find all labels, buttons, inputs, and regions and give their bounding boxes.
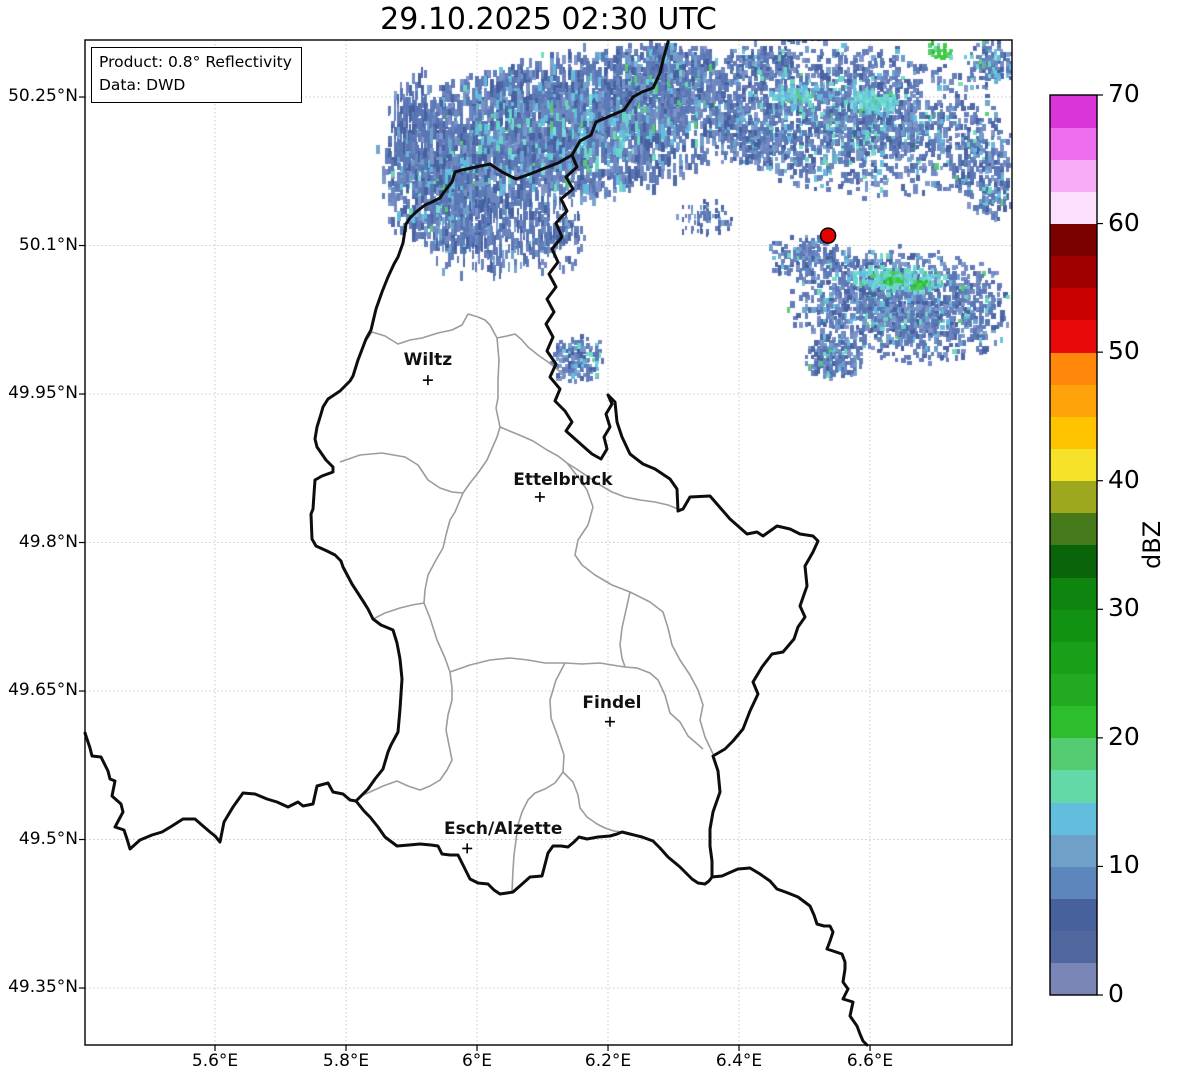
district-border — [372, 602, 425, 620]
info-box-source-line: Data: DWD — [99, 76, 186, 95]
radar-figure: 29.10.2025 02:30 UTC Product: 0.8° Refle… — [0, 0, 1184, 1081]
district-border — [362, 313, 563, 375]
info-box: Product: 0.8° Reflectivity Data: DWD — [91, 47, 302, 103]
national-border — [570, 40, 670, 157]
district-border — [511, 662, 566, 893]
district-border — [499, 426, 594, 508]
district-border — [449, 657, 704, 750]
plot-frame — [84, 39, 1013, 1046]
national-border — [83, 731, 358, 851]
city-marker — [462, 843, 473, 854]
figure-title: 29.10.2025 02:30 UTC — [380, 2, 717, 37]
national-border — [544, 153, 869, 1047]
colorbar-frame — [1049, 94, 1098, 996]
map-layer — [79, 39, 1103, 1051]
national-border — [309, 153, 574, 803]
district-border — [574, 506, 714, 755]
city-marker — [534, 491, 545, 502]
district-border — [562, 771, 623, 833]
info-box-product-line: Product: 0.8° Reflectivity — [99, 53, 292, 71]
colorbar-unit-label: dBZ — [1138, 520, 1166, 570]
radar-site-dot — [819, 227, 837, 244]
city-marker — [604, 716, 615, 727]
district-border — [339, 452, 464, 494]
district-border — [362, 337, 501, 796]
national-border — [354, 799, 714, 896]
city-marker — [422, 375, 433, 386]
district-border — [619, 591, 631, 668]
